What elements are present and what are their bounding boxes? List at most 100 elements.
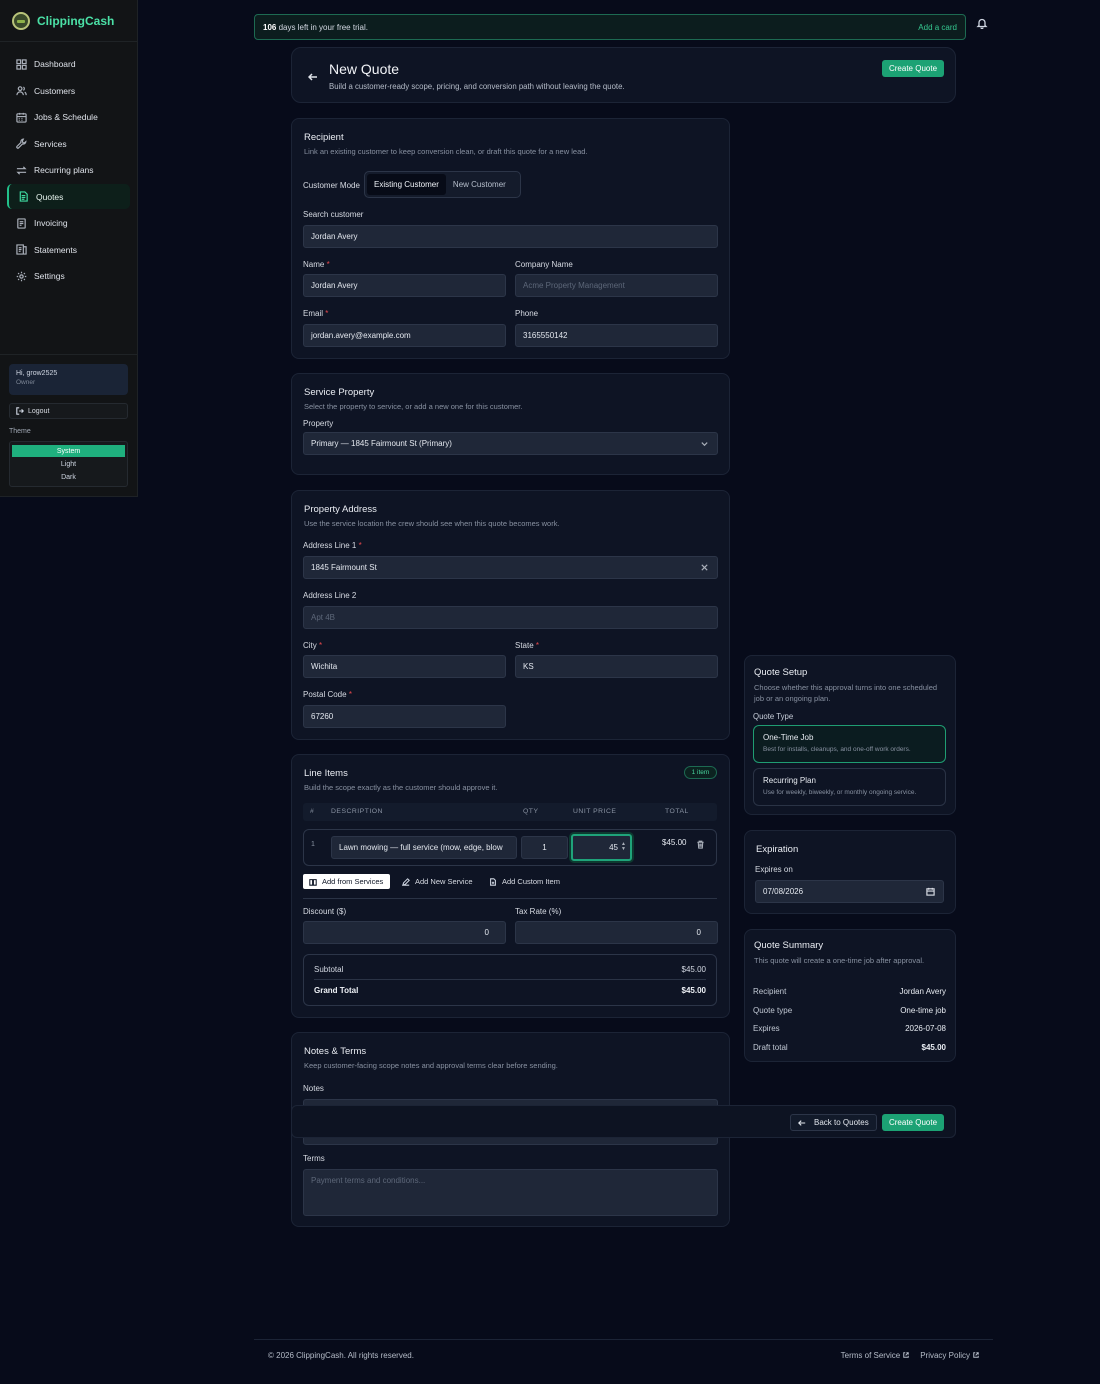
sidebar-item-quotes[interactable]: Quotes: [7, 184, 130, 209]
summary-key: Recipient: [753, 987, 787, 996]
chevron-down-icon: [700, 439, 709, 448]
summary-row-recipient: Recipient Jordan Avery: [753, 987, 946, 996]
notifications-button[interactable]: [976, 17, 990, 31]
line-item-unit-price-input[interactable]: 45 ▲ ▼: [571, 834, 632, 861]
brand[interactable]: ClippingCash: [0, 0, 137, 42]
column-unit-price: UNIT PRICE: [573, 808, 617, 815]
search-customer-input[interactable]: Jordan Avery: [303, 225, 718, 248]
arrow-left-icon: [307, 73, 317, 81]
quote-type-one-time-desc: Best for installs, cleanups, and one-off…: [763, 746, 911, 753]
add-new-service-button[interactable]: Add New Service: [396, 874, 479, 889]
column-number: #: [310, 808, 315, 815]
tax-rate-input[interactable]: 0: [515, 921, 718, 944]
expires-on-label: Expires on: [755, 865, 793, 874]
stepper-icon[interactable]: ▲ ▼: [621, 842, 626, 852]
terms-link[interactable]: Terms of Service: [841, 1351, 910, 1360]
expires-on-input[interactable]: 07/08/2026: [755, 880, 944, 903]
property-selected-value: Primary — 1845 Fairmount St (Primary): [311, 439, 452, 448]
discount-input[interactable]: 0: [303, 921, 506, 944]
phone-input[interactable]: 3165550142: [515, 324, 718, 347]
summary-row-draft-total: Draft total $45.00: [753, 1043, 946, 1052]
logout-button[interactable]: Logout: [9, 403, 128, 419]
mode-new-customer[interactable]: New Customer: [446, 174, 513, 195]
quote-type-recurring-title: Recurring Plan: [763, 776, 816, 785]
privacy-link[interactable]: Privacy Policy: [920, 1351, 979, 1360]
address-line2-input[interactable]: Apt 4B: [303, 606, 718, 629]
sidebar-item-customers[interactable]: Customers: [7, 78, 130, 103]
back-button[interactable]: [307, 72, 318, 82]
footer: © 2026 ClippingCash. All rights reserved…: [254, 1339, 993, 1369]
totals-box: Subtotal $45.00 Grand Total $45.00: [303, 954, 717, 1006]
summary-value: 2026-07-08: [905, 1024, 946, 1033]
search-customer-label: Search customer: [303, 210, 364, 219]
terms-link-label: Terms of Service: [840, 1351, 901, 1360]
wrench-icon: [16, 138, 27, 149]
copyright: © 2026 ClippingCash. All rights reserved…: [268, 1351, 414, 1360]
back-to-quotes-button[interactable]: Back to Quotes: [790, 1114, 877, 1131]
quote-type-one-time[interactable]: One-Time Job Best for installs, cleanups…: [753, 725, 946, 763]
sidebar-item-statements[interactable]: Statements: [7, 237, 130, 262]
sidebar-item-jobs[interactable]: Jobs & Schedule: [7, 105, 130, 130]
address-line2-label: Address Line 2: [303, 591, 357, 600]
line-item-description-input[interactable]: Lawn mowing — full service (mow, edge, b…: [331, 836, 517, 859]
postal-code-input[interactable]: 67260: [303, 705, 506, 728]
email-label-text: Email: [303, 309, 324, 318]
sidebar-item-recurring[interactable]: Recurring plans: [7, 158, 130, 183]
city-input[interactable]: Wichita: [303, 655, 506, 678]
sidebar-item-label: Quotes: [36, 191, 64, 202]
sidebar-item-label: Customers: [34, 85, 76, 96]
terms-textarea[interactable]: Payment terms and conditions...: [303, 1169, 718, 1216]
theme-option-system[interactable]: System: [12, 445, 125, 457]
quote-type-recurring[interactable]: Recurring Plan Use for weekly, biweekly,…: [753, 768, 946, 806]
clear-icon[interactable]: [700, 563, 709, 572]
file-plus-icon: [490, 877, 496, 886]
sidebar-item-label: Services: [34, 138, 67, 149]
divider: [303, 898, 717, 899]
trial-message: days left in your free trial.: [278, 22, 368, 32]
theme-option-light[interactable]: Light: [12, 458, 125, 470]
add-custom-item-label: Add Custom Item: [502, 877, 560, 886]
document-icon: [19, 191, 28, 202]
create-quote-button[interactable]: Create Quote: [882, 60, 944, 77]
statement-icon: [16, 244, 27, 255]
delete-item-button[interactable]: [696, 840, 706, 850]
calendar-icon[interactable]: [926, 887, 935, 896]
theme-option-dark[interactable]: Dark: [12, 471, 125, 483]
users-icon: [16, 86, 27, 96]
add-card-link[interactable]: Add a card: [918, 23, 957, 32]
email-input[interactable]: jordan.avery@example.com: [303, 324, 506, 347]
trial-text: 106 days left in your free trial.: [263, 23, 368, 32]
state-input[interactable]: KS: [515, 655, 718, 678]
property-select[interactable]: Primary — 1845 Fairmount St (Primary): [303, 432, 718, 455]
create-quote-bottom-button[interactable]: Create Quote: [882, 1114, 944, 1131]
address-line1-input[interactable]: 1845 Fairmount St: [303, 556, 718, 579]
add-from-services-button[interactable]: Add from Services: [303, 874, 390, 889]
quote-type-one-time-title: One-Time Job: [763, 733, 814, 742]
line-item-qty-input[interactable]: 1: [521, 836, 568, 859]
line-item-total: $45.00: [662, 838, 687, 847]
user-card[interactable]: Hi, grow2525 Owner: [9, 364, 128, 395]
user-role: Owner: [16, 379, 36, 386]
add-custom-item-button[interactable]: Add Custom Item: [483, 874, 566, 889]
trash-icon: [697, 840, 704, 849]
trial-days: 106: [263, 22, 277, 32]
sidebar-item-dashboard[interactable]: Dashboard: [7, 52, 130, 77]
sidebar-item-label: Statements: [34, 244, 77, 255]
company-input[interactable]: Acme Property Management: [515, 274, 718, 297]
page-header: New Quote Build a customer-ready scope, …: [291, 47, 956, 103]
name-input[interactable]: Jordan Avery: [303, 274, 506, 297]
sidebar-item-services[interactable]: Services: [7, 131, 130, 156]
summary-row-expires: Expires 2026-07-08: [753, 1024, 946, 1033]
sidebar-item-invoicing[interactable]: Invoicing: [7, 211, 130, 236]
summary-key: Expires: [753, 1024, 780, 1033]
grand-total-label: Grand Total: [314, 986, 359, 995]
terms-label: Terms: [303, 1154, 325, 1163]
mode-existing-customer[interactable]: Existing Customer: [367, 174, 446, 195]
phone-label: Phone: [515, 309, 539, 318]
expiration-title: Expiration: [756, 844, 799, 855]
quote-summary-title: Quote Summary: [754, 940, 824, 951]
sidebar-item-settings[interactable]: Settings: [7, 264, 130, 289]
arrow-left-icon: [798, 1119, 806, 1126]
sidebar-item-label: Invoicing: [34, 218, 68, 228]
summary-value: Jordan Avery: [899, 987, 946, 996]
